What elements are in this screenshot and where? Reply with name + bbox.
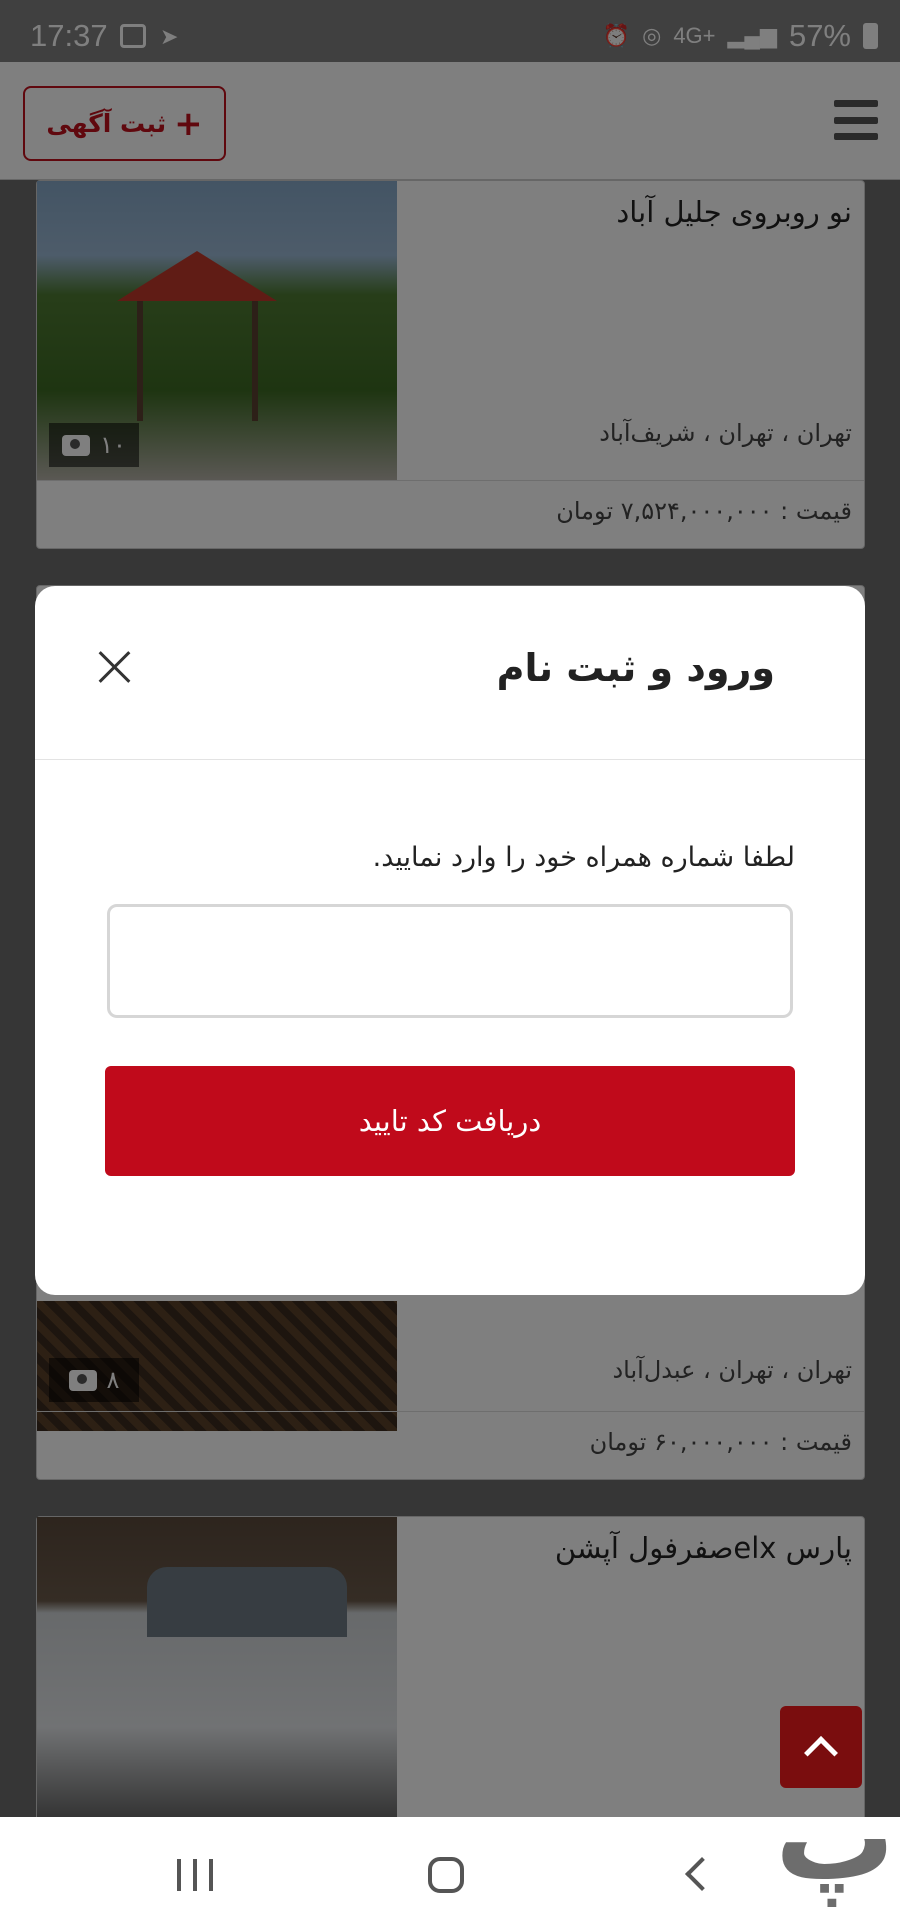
- app-logo-watermark: ﭖ: [774, 1767, 896, 1907]
- phone-number-input[interactable]: [107, 904, 793, 1018]
- back-icon[interactable]: [685, 1857, 719, 1891]
- phone-hint-label: لطفا شماره همراه خود را وارد نمایید.: [372, 842, 795, 873]
- close-icon[interactable]: [97, 648, 133, 684]
- get-verification-code-button[interactable]: دریافت کد تایید: [105, 1066, 795, 1176]
- home-icon[interactable]: [428, 1857, 464, 1893]
- system-nav-bar: [0, 1817, 900, 1930]
- login-modal: ورود و ثبت نام لطفا شماره همراه خود را و…: [35, 586, 865, 1295]
- recents-icon[interactable]: [177, 1859, 213, 1891]
- modal-header: ورود و ثبت نام: [35, 586, 865, 760]
- modal-title: ورود و ثبت نام: [496, 646, 775, 690]
- status-overlay: [0, 0, 900, 180]
